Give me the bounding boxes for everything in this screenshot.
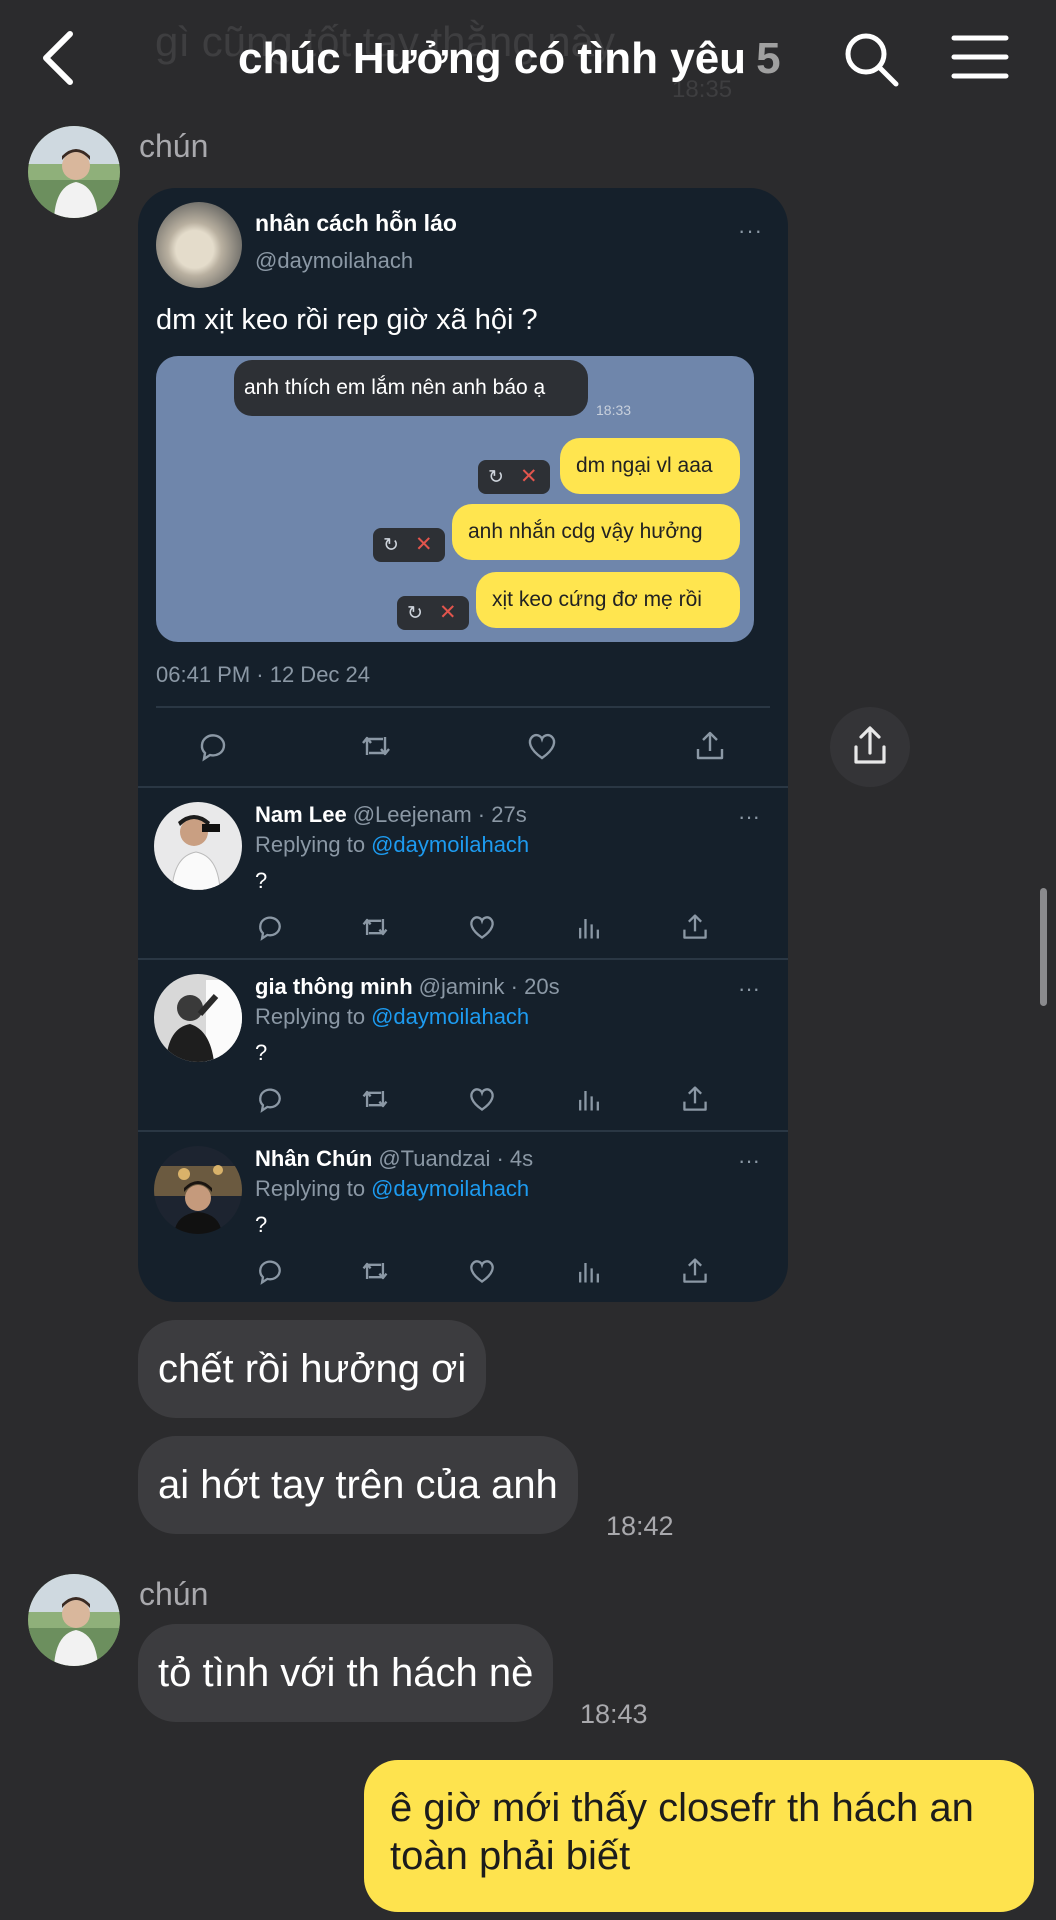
reply-author[interactable]: Nhân Chún @Tuandzai · 4s — [255, 1146, 533, 1172]
mention-link[interactable]: @daymoilahach — [371, 1176, 529, 1201]
reply-avatar[interactable] — [154, 974, 242, 1062]
reply-avatar[interactable] — [154, 1146, 242, 1234]
replying-to: Replying to @daymoilahach — [255, 1004, 529, 1030]
more-options-icon[interactable]: ··· — [738, 218, 763, 244]
share-icon[interactable] — [680, 912, 710, 942]
like-icon[interactable] — [467, 1256, 497, 1286]
member-count: 5 — [756, 34, 781, 83]
retry-delete-control: ↻ ✕ — [397, 596, 469, 630]
reply-avatar[interactable] — [154, 802, 242, 890]
sender-name: chún — [139, 1576, 209, 1612]
share-icon — [854, 726, 886, 764]
reply-author-name: Nhân Chún — [255, 1146, 373, 1171]
analytics-icon[interactable] — [574, 912, 604, 942]
screenshot-outgoing-message: anh nhắn cdg vậy hưởng — [452, 504, 740, 560]
my-message-bubble[interactable]: ê giờ mới thấy closefr th hách an toàn p… — [364, 1760, 1034, 1912]
retweet-icon[interactable] — [360, 1084, 390, 1114]
mention-link[interactable]: @daymoilahach — [371, 832, 529, 857]
forward-share-button[interactable] — [830, 707, 910, 787]
avatar[interactable] — [28, 126, 120, 218]
screenshot-incoming-message: anh thích em lắm nên anh báo ạ — [234, 360, 588, 416]
analytics-icon[interactable] — [574, 1084, 604, 1114]
tweet-author-name[interactable]: nhân cách hỗn láo — [255, 210, 457, 237]
like-icon[interactable] — [467, 1084, 497, 1114]
avatar[interactable] — [28, 1574, 120, 1666]
tweet-text: dm xịt keo rồi rep giờ xã hội ? — [156, 304, 538, 336]
tweet-author-handle[interactable]: @daymoilahach — [255, 248, 413, 274]
error-x-icon: ✕ — [415, 533, 433, 556]
more-options-icon[interactable]: ··· — [738, 1148, 760, 1174]
message-bubble[interactable]: ai hớt tay trên của anh — [138, 1436, 578, 1534]
retry-delete-control: ↻ ✕ — [478, 460, 550, 494]
retry-icon: ↻ — [383, 535, 399, 556]
tweet-timestamp: 06:41 PM · 12 Dec 24 — [156, 662, 371, 687]
retweet-icon[interactable] — [359, 729, 393, 763]
tweet-author-avatar[interactable] — [156, 202, 242, 288]
reply-author-name: gia thông minh — [255, 974, 413, 999]
retry-icon: ↻ — [407, 603, 423, 624]
reply-icon[interactable] — [255, 1084, 285, 1114]
menu-icon[interactable] — [950, 32, 1010, 82]
retry-delete-control: ↻ ✕ — [373, 528, 445, 562]
message-bubble[interactable]: tỏ tình với th hách nè — [138, 1624, 554, 1722]
reply-tweet[interactable]: Nam Lee @Leejenam · 27s Replying to @daymo… — [138, 786, 788, 958]
reply-handle-time: @Tuandzai · 4s — [378, 1146, 534, 1171]
replying-to-label: Replying to — [255, 1004, 366, 1029]
reply-text: ? — [255, 1212, 268, 1237]
like-icon[interactable] — [525, 729, 559, 763]
message-time: 18:43 — [580, 1699, 648, 1729]
reply-icon[interactable] — [196, 729, 230, 763]
shared-tweet-card[interactable]: nhân cách hỗn láo @daymoilahach ··· dm x… — [138, 188, 788, 1302]
message-time: 18:42 — [606, 1511, 674, 1541]
back-arrow-icon[interactable] — [38, 28, 78, 88]
share-icon[interactable] — [680, 1256, 710, 1286]
like-icon[interactable] — [467, 912, 497, 942]
sender-name: chún — [139, 128, 209, 164]
reply-handle-time: @jamink · 20s — [418, 974, 560, 999]
reply-tweet[interactable]: Nhân Chún @Tuandzai · 4s Replying to @daym… — [138, 1130, 788, 1302]
reply-author[interactable]: gia thông minh @jamink · 20s — [255, 974, 560, 1000]
mention-link[interactable]: @daymoilahach — [371, 1004, 529, 1029]
reply-tweet[interactable]: gia thông minh @jamink · 20s Replying to @… — [138, 958, 788, 1130]
more-options-icon[interactable]: ··· — [738, 804, 760, 830]
chat-title-text: chúc Hưởng có tình yêu — [238, 34, 747, 83]
reply-icon[interactable] — [255, 1256, 285, 1286]
divider — [156, 706, 770, 708]
tweet-image[interactable]: anh thích em lắm nên anh báo ạ 18:33 ↻ ✕ … — [156, 356, 754, 642]
reply-text: ? — [255, 1040, 268, 1065]
reply-text: ? — [255, 868, 268, 893]
analytics-icon[interactable] — [574, 1256, 604, 1286]
reply-icon[interactable] — [255, 912, 285, 942]
message-bubble[interactable]: chết rồi hưởng ơi — [138, 1320, 487, 1418]
reply-handle-time: @Leejenam · 27s — [352, 802, 527, 827]
replying-to-label: Replying to — [255, 1176, 366, 1201]
reply-author-name: Nam Lee — [255, 802, 347, 827]
share-icon[interactable] — [680, 1084, 710, 1114]
share-icon[interactable] — [693, 729, 727, 763]
retweet-icon[interactable] — [360, 1256, 390, 1286]
screenshot-outgoing-message: dm ngại vl aaa — [560, 438, 740, 494]
retweet-icon[interactable] — [360, 912, 390, 942]
replying-to: Replying to @daymoilahach — [255, 832, 529, 858]
error-x-icon: ✕ — [520, 465, 538, 488]
retry-icon: ↻ — [488, 467, 504, 488]
replying-to-label: Replying to — [255, 832, 366, 857]
more-options-icon[interactable]: ··· — [738, 976, 760, 1002]
replying-to: Replying to @daymoilahach — [255, 1176, 529, 1202]
screenshot-time: 18:33 — [596, 402, 632, 418]
reply-author[interactable]: Nam Lee @Leejenam · 27s — [255, 802, 527, 828]
search-icon[interactable] — [842, 30, 900, 88]
scrollbar[interactable] — [1040, 888, 1047, 1006]
screenshot-outgoing-message: xịt keo cứng đơ mẹ rồi — [476, 572, 740, 628]
chat-title[interactable]: chúc Hưởng có tình yêu 5 — [238, 34, 781, 84]
error-x-icon: ✕ — [439, 601, 457, 624]
chat-header: gì cũng tốt tay thằng này 18:35 chúc Hưở… — [0, 0, 1056, 120]
